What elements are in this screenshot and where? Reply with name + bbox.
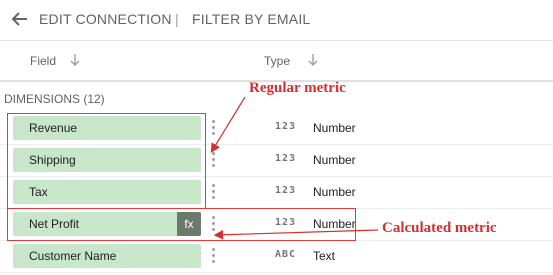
- more-vert-icon[interactable]: [210, 120, 216, 138]
- field-name: Customer Name: [29, 249, 117, 263]
- topbar-separator: |: [175, 11, 179, 27]
- field-type[interactable]: Text: [313, 249, 335, 263]
- number-type-icon: 123: [275, 185, 297, 196]
- field-type[interactable]: Number: [313, 185, 356, 199]
- more-vert-icon[interactable]: [210, 248, 216, 266]
- field-type[interactable]: Number: [313, 121, 356, 135]
- regular-metric-highlight-box: [7, 113, 206, 209]
- dimensions-section-label: DIMENSIONS (12): [4, 92, 105, 106]
- field-column-header[interactable]: Field: [30, 54, 56, 68]
- back-arrow-icon[interactable]: [10, 9, 30, 29]
- table-row: Customer Name ABC Text: [0, 240, 553, 273]
- field-chip[interactable]: Customer Name: [13, 244, 201, 268]
- column-header-row: Field Type: [0, 40, 553, 82]
- calculated-metric-annotation: Calculated metric: [382, 220, 497, 236]
- more-vert-icon[interactable]: [210, 184, 216, 202]
- number-type-icon: 123: [275, 121, 297, 132]
- edit-connection-button[interactable]: EDIT CONNECTION: [39, 11, 172, 27]
- type-column-header[interactable]: Type: [264, 54, 290, 68]
- more-vert-icon[interactable]: [210, 152, 216, 170]
- filter-by-email-button[interactable]: FILTER BY EMAIL: [192, 11, 310, 27]
- sort-down-icon[interactable]: [68, 53, 82, 67]
- top-bar: EDIT CONNECTION | FILTER BY EMAIL: [0, 0, 553, 41]
- number-type-icon: 123: [275, 153, 297, 164]
- text-type-icon: ABC: [275, 249, 297, 260]
- regular-metric-annotation: Regular metric: [249, 80, 346, 96]
- sort-down-icon[interactable]: [306, 53, 320, 67]
- field-type[interactable]: Number: [313, 153, 356, 167]
- calculated-metric-highlight-box: [7, 208, 356, 241]
